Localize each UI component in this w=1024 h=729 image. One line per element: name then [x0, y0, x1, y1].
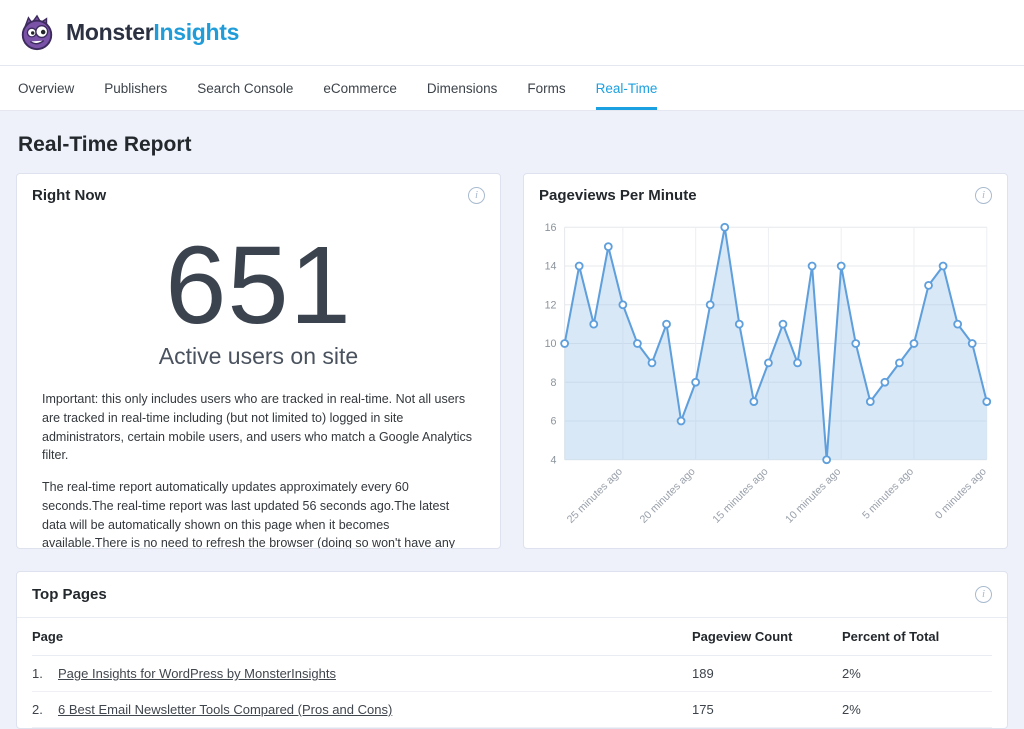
- top-pages-column-headers: Page Pageview Count Percent of Total: [17, 618, 1007, 656]
- tab-dimensions[interactable]: Dimensions: [427, 66, 498, 110]
- page-link[interactable]: Page Insights for WordPress by MonsterIn…: [58, 666, 336, 681]
- right-now-panel: Right Now i 651 Active users on site Imp…: [16, 173, 501, 549]
- tab-search-console[interactable]: Search Console: [197, 66, 293, 110]
- svg-text:6: 6: [551, 416, 557, 428]
- app-header: MonsterInsights: [0, 0, 1024, 66]
- info-icon[interactable]: i: [468, 187, 485, 204]
- top-pages-title: Top Pages: [32, 586, 107, 603]
- percent-of-total: 2%: [842, 692, 992, 728]
- table-row: 1. Page Insights for WordPress by Monste…: [17, 656, 1007, 692]
- column-header-pageview-count: Pageview Count: [692, 618, 842, 656]
- svg-text:15 minutes ago: 15 minutes ago: [710, 466, 770, 526]
- svg-text:12: 12: [545, 299, 557, 311]
- percent-of-total: 2%: [842, 656, 992, 692]
- info-icon[interactable]: i: [975, 187, 992, 204]
- top-pages-panel: Top Pages i Page Pageview Count Percent …: [16, 571, 1008, 729]
- logo-wordmark: MonsterInsights: [66, 19, 239, 46]
- right-now-title: Right Now: [32, 187, 106, 204]
- tab-forms[interactable]: Forms: [527, 66, 565, 110]
- svg-text:4: 4: [551, 454, 557, 466]
- table-row: 2. 6 Best Email Newsletter Tools Compare…: [17, 692, 1007, 728]
- row-rank: 1.: [32, 666, 58, 681]
- tab-publishers[interactable]: Publishers: [104, 66, 167, 110]
- tab-overview[interactable]: Overview: [18, 66, 74, 110]
- column-header-percent-of-total: Percent of Total: [842, 618, 992, 656]
- svg-text:10 minutes ago: 10 minutes ago: [783, 466, 843, 526]
- info-icon[interactable]: i: [975, 586, 992, 603]
- pageviews-chart[interactable]: 4681012141625 minutes ago20 minutes ago1…: [524, 213, 1007, 539]
- svg-text:0 minutes ago: 0 minutes ago: [933, 466, 989, 522]
- column-header-page: Page: [32, 618, 692, 656]
- pageview-count: 175: [692, 692, 842, 728]
- pageviews-header: Pageviews Per Minute i: [524, 174, 1007, 213]
- active-users-label: Active users on site: [17, 343, 500, 370]
- right-now-note-2: The real-time report automatically updat…: [17, 478, 500, 549]
- right-now-note-1: Important: this only includes users who …: [17, 390, 500, 465]
- panels-row: Right Now i 651 Active users on site Imp…: [0, 173, 1024, 549]
- logo-insights-text: Insights: [153, 19, 239, 45]
- logo-monster-text: Monster: [66, 19, 153, 45]
- pageview-count: 189: [692, 656, 842, 692]
- svg-text:8: 8: [551, 377, 557, 389]
- page-title: Real-Time Report: [0, 111, 1024, 173]
- pageviews-panel: Pageviews Per Minute i 4 6 8 10 12 14 16 25 min…: [523, 173, 1008, 549]
- tab-ecommerce[interactable]: eCommerce: [323, 66, 397, 110]
- svg-text:5 minutes ago: 5 minutes ago: [860, 466, 916, 522]
- monsterinsights-logo[interactable]: MonsterInsights: [18, 14, 239, 52]
- active-users-count: 651: [17, 231, 500, 341]
- svg-text:20 minutes ago: 20 minutes ago: [638, 466, 698, 526]
- svg-text:14: 14: [545, 261, 557, 273]
- top-pages-header: Top Pages i: [17, 572, 1007, 618]
- row-rank: 2.: [32, 702, 58, 717]
- svg-text:16: 16: [545, 222, 557, 234]
- tab-real-time[interactable]: Real-Time: [596, 66, 658, 110]
- report-tabs: Overview Publishers Search Console eComm…: [0, 66, 1024, 111]
- monster-mascot-icon: [18, 14, 56, 52]
- svg-text:25 minutes ago: 25 minutes ago: [565, 466, 625, 526]
- svg-text:10: 10: [545, 338, 557, 350]
- right-now-header: Right Now i: [17, 174, 500, 213]
- page-link[interactable]: 6 Best Email Newsletter Tools Compared (…: [58, 702, 392, 717]
- pageviews-title: Pageviews Per Minute: [539, 187, 697, 204]
